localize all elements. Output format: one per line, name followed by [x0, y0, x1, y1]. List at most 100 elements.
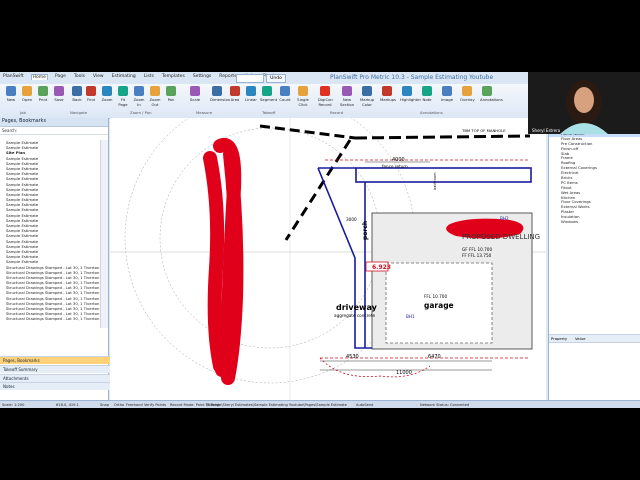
tool-markup-color[interactable]: Markup Color: [360, 86, 374, 107]
tool-dimension[interactable]: Dimension: [210, 86, 230, 102]
menu-settings[interactable]: Settings: [192, 74, 212, 80]
top-note-label: TBM TOP OF MANHOLE: [461, 128, 506, 133]
accordion-pages-bookmarks[interactable]: Pages, Bookmarks: [0, 356, 111, 364]
page-list-scrollbar[interactable]: [100, 140, 108, 328]
tool-image[interactable]: Image: [440, 86, 454, 102]
tool-icon: [190, 86, 200, 96]
menu-reports[interactable]: Reports: [218, 74, 237, 80]
tool-label: Pan: [167, 97, 175, 102]
garage-label: garage: [424, 301, 454, 310]
drawing-canvas[interactable]: 4000 fence return 3000 6.923 porch drive…: [110, 92, 546, 400]
menu-templates[interactable]: Templates: [161, 74, 186, 80]
tool-label: Count: [279, 97, 291, 102]
tool-markups[interactable]: Markups: [380, 86, 396, 102]
page-list-item[interactable]: Structural Drawings Stamped - Lot 30, 1 …: [0, 290, 100, 295]
page-list-item[interactable]: Structural Drawings Stamped - Lot 30, 1 …: [0, 316, 100, 321]
value-column: Value: [575, 336, 586, 341]
tool-back[interactable]: Back: [70, 86, 84, 102]
status-item: Scale: 1:200: [2, 402, 25, 407]
status-item[interactable]: Ortho: [114, 403, 124, 407]
tool-single-click[interactable]: Single Click: [296, 86, 310, 107]
aggregate-label: aggregate concrete: [334, 313, 376, 318]
tool-linear[interactable]: Linear: [244, 86, 258, 102]
status-item: \Storage\Sheryl Estimates\Sample Estimat…: [206, 402, 347, 407]
search-input[interactable]: [236, 74, 264, 83]
tool-label: Open: [21, 97, 33, 102]
status-item[interactable]: Snap: [100, 403, 109, 407]
tool-zoom-out[interactable]: Zoom Out: [148, 86, 162, 107]
tool-scale[interactable]: Scale: [188, 86, 202, 102]
accordion-attachments[interactable]: Attachments: [0, 374, 111, 382]
ribbon-group-label: Record: [330, 110, 344, 115]
menu-tools[interactable]: Tools: [73, 74, 86, 80]
ffl-a-label: GF FFL 10.700: [462, 247, 492, 252]
porch-label: porch: [362, 221, 369, 240]
tool-icon: [212, 86, 222, 96]
tool-print[interactable]: Print: [36, 86, 50, 102]
menu-estimating[interactable]: Estimating: [111, 74, 137, 80]
tool-icon: [462, 86, 472, 96]
tool-count[interactable]: Count: [278, 86, 292, 102]
takeoff-tree-item[interactable]: Windows: [549, 219, 640, 225]
tool-digicon-record[interactable]: DigiCon Record: [318, 86, 333, 107]
status-item: 618.0, 419.1: [56, 402, 79, 407]
tool-label: Image: [441, 97, 453, 102]
status-item[interactable]: Verify Points: [144, 403, 166, 407]
presenter-name: Sheryl Estrera: [532, 128, 561, 133]
pages-search[interactable]: Search:: [0, 127, 108, 135]
tool-label: Note: [422, 97, 432, 102]
tool-new[interactable]: New: [4, 86, 18, 102]
status-bar: Scale: 1:200 618.0, 419.1 Snap Ortho Freehan…: [0, 400, 640, 408]
menu-home[interactable]: Home: [30, 74, 48, 80]
tool-area[interactable]: Area: [228, 86, 242, 102]
accordion-takeoff-summary[interactable]: Takeoff Summary: [0, 365, 111, 373]
tool-label: Print: [38, 97, 48, 102]
rl-value-label: 6.923: [372, 264, 391, 271]
tool-icon: [38, 86, 48, 96]
tool-overlay[interactable]: Overlay: [460, 86, 475, 102]
ffl-b-label: FF FFL 13.750: [462, 253, 492, 258]
menu-view[interactable]: View: [92, 74, 105, 80]
status-item: Network Status: Connected: [420, 402, 470, 407]
tool-icon: [22, 86, 32, 96]
tool-segment[interactable]: Segment: [260, 86, 277, 102]
tool-label: Zoom Out: [149, 97, 161, 107]
takeoff-tree: Home NameFloor AreasPre ConstructionFini…: [549, 131, 640, 225]
fence-label: fence return: [382, 164, 408, 169]
tool-label: New Section: [340, 97, 355, 107]
tool-icon: [362, 86, 372, 96]
tool-pan[interactable]: Pan: [164, 86, 178, 102]
accordion-notes[interactable]: Notes: [0, 382, 111, 390]
tool-label: Find: [87, 97, 95, 102]
tool-zoom-in[interactable]: Zoom In: [132, 86, 146, 107]
menu-lists[interactable]: Lists: [143, 74, 155, 80]
tool-new-section[interactable]: New Section: [340, 86, 354, 107]
tool-label: Highlighter: [400, 97, 422, 102]
tool-zoom[interactable]: Zoom: [100, 86, 114, 102]
site-plan-drawing: 4000 fence return 3000 6.923 porch drive…: [110, 92, 546, 400]
tool-icon: [482, 86, 492, 96]
tool-icon: [86, 86, 96, 96]
tool-note[interactable]: Note: [420, 86, 434, 102]
page-list-item[interactable]: Structural Drawings Stamped - Lot 30, 1 …: [0, 265, 100, 270]
status-item[interactable]: Freehand: [126, 403, 143, 407]
tool-icon: [102, 86, 112, 96]
tool-annotations[interactable]: Annotations: [480, 86, 503, 102]
tool-label: Single Click: [297, 97, 309, 107]
bh2-label: BH2: [500, 216, 509, 221]
menu-planswift[interactable]: PlanSwift: [2, 74, 25, 80]
tool-highlighter[interactable]: Highlighter: [400, 86, 422, 102]
property-header: Property Value: [549, 334, 640, 343]
menu-page[interactable]: Page: [54, 74, 67, 80]
tool-icon: [246, 86, 256, 96]
tool-icon: [402, 86, 412, 96]
tool-open[interactable]: Open: [20, 86, 34, 102]
tool-fit-page[interactable]: Fit Page: [116, 86, 130, 107]
tool-find[interactable]: Find: [84, 86, 98, 102]
tool-save[interactable]: Save: [52, 86, 66, 102]
undo-button[interactable]: Undo: [266, 74, 286, 83]
tool-icon: [118, 86, 128, 96]
ribbon-group-label: Annotations: [420, 110, 443, 115]
tool-icon: [280, 86, 290, 96]
bathroom-label: bathroom: [433, 172, 437, 190]
